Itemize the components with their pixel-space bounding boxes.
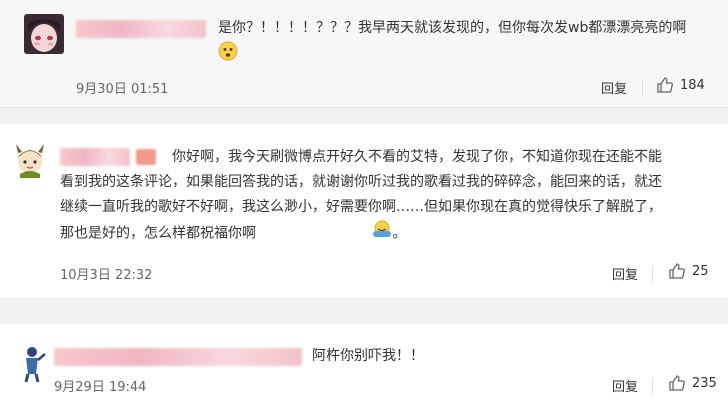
like-count: 235 xyxy=(692,375,717,391)
comment-time: 9月29日 19:44 xyxy=(54,380,147,395)
comment-card-1: 是你？！！！！？？？我早两天就该发现的，但你每次发wb都漂漂亮亮的啊 9月30日… xyxy=(0,0,728,108)
worried-face-emoji-icon xyxy=(218,41,238,70)
comment-text: 是你？！！！！？？？我早两天就该发现的，但你每次发wb都漂漂亮亮的啊 xyxy=(218,16,728,70)
like-count: 25 xyxy=(692,263,709,279)
comment-text: 阿杵你别吓我！！ xyxy=(312,348,424,364)
username[interactable] xyxy=(76,20,206,38)
comment-time: 10月3日 22:32 xyxy=(60,268,153,283)
like-button[interactable]: 184 xyxy=(656,76,705,94)
comment-time: 9月30日 01:51 xyxy=(76,82,169,97)
reply-button[interactable]: 回复 xyxy=(612,376,638,395)
avatar[interactable] xyxy=(10,138,50,178)
comment-text: 你好啊，我今天刷微博点开好久不看的艾特，发现了你，不知道你现在还能不能 看到我的… xyxy=(60,145,728,247)
like-count: 184 xyxy=(680,77,705,93)
avatar[interactable] xyxy=(12,342,52,382)
thumbs-up-icon xyxy=(656,76,674,94)
thumbs-up-icon xyxy=(668,262,686,280)
divider xyxy=(652,266,653,282)
divider xyxy=(652,378,653,394)
like-button[interactable]: 235 xyxy=(668,374,717,392)
thumbs-up-icon xyxy=(668,374,686,392)
comment-card-3: 阿杵你别吓我！！ 9月29日 19:44 回复 235 xyxy=(0,324,728,405)
divider xyxy=(642,80,643,96)
username[interactable] xyxy=(54,348,302,366)
comment-card-2: 你好啊，我今天刷微博点开好久不看的艾特，发现了你，不知道你现在还能不能 看到我的… xyxy=(0,124,728,298)
like-button[interactable]: 25 xyxy=(668,262,709,280)
hug-emoji-icon xyxy=(260,220,392,247)
reply-button[interactable]: 回复 xyxy=(612,264,638,283)
avatar[interactable] xyxy=(24,14,64,54)
reply-button[interactable]: 回复 xyxy=(601,78,627,97)
